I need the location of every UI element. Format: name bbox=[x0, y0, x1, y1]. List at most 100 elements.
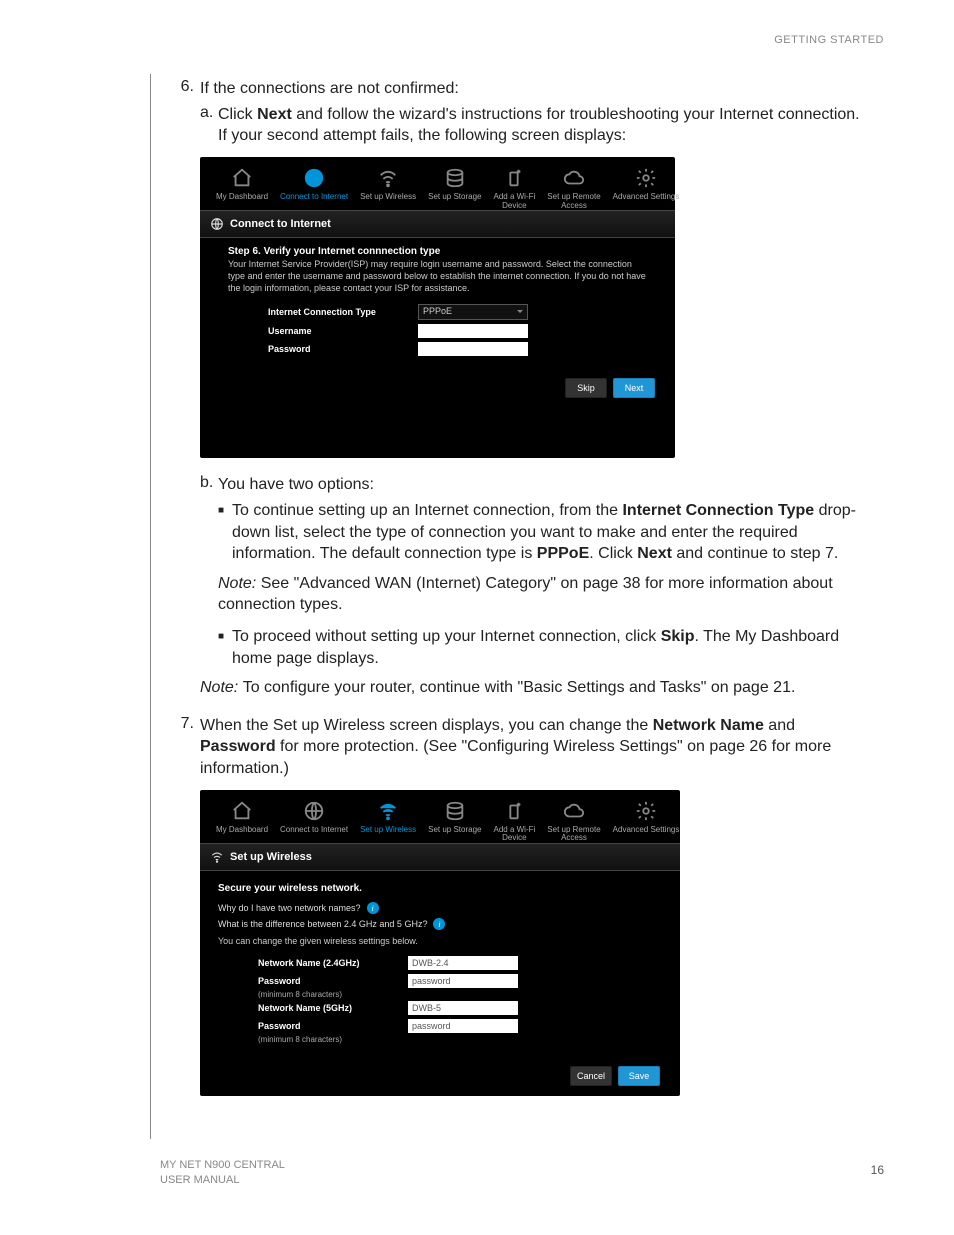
nav-bar: My Dashboard Connect to Internet Set up … bbox=[200, 790, 680, 844]
field-pass-5: Password bbox=[218, 1019, 662, 1033]
name24-label: Network Name (2.4GHz) bbox=[218, 958, 408, 968]
nav-setup-wireless[interactable]: Set up Wireless bbox=[354, 800, 422, 844]
info-two-networks: Why do I have two network names?i bbox=[218, 902, 662, 914]
nav-setup-wireless[interactable]: Set up Wireless bbox=[354, 167, 422, 211]
name24-input[interactable] bbox=[408, 956, 518, 970]
nav-remote-access[interactable]: Set up Remote Access bbox=[541, 167, 606, 211]
footer-product: MY NET N900 CENTRAL USER MANUAL bbox=[160, 1158, 285, 1187]
button-row: Skip Next bbox=[200, 372, 675, 408]
screenshot-body: Secure your wireless network. Why do I h… bbox=[200, 871, 680, 1060]
name5-label: Network Name (5GHz) bbox=[218, 1003, 408, 1013]
step-6-b-intro: You have two options: bbox=[218, 474, 870, 496]
username-label: Username bbox=[228, 326, 418, 336]
change-note: You can change the given wireless settin… bbox=[218, 936, 662, 946]
page-number: 16 bbox=[871, 1163, 884, 1177]
globe-icon bbox=[300, 800, 328, 822]
connection-type-label: Internet Connection Type bbox=[228, 307, 418, 317]
nav-connect-internet[interactable]: Connect to Internet bbox=[274, 167, 354, 211]
pass24-input[interactable] bbox=[408, 974, 518, 988]
step-6-a-text: Click Next and follow the wizard's instr… bbox=[218, 104, 870, 147]
gear-icon bbox=[632, 167, 660, 189]
next-button[interactable]: Next bbox=[613, 378, 655, 398]
step-7: 7. When the Set up Wireless screen displ… bbox=[170, 715, 870, 780]
info-icon[interactable]: i bbox=[367, 902, 379, 914]
nav-connect-internet[interactable]: Connect to Internet bbox=[274, 800, 354, 844]
device-plus-icon bbox=[500, 167, 528, 189]
nav-bar: My Dashboard Connect to Internet Set up … bbox=[200, 157, 675, 211]
bullet-skip: ■ To proceed without setting up your Int… bbox=[218, 626, 870, 669]
pass5-label: Password bbox=[218, 1021, 408, 1031]
pass5-input[interactable] bbox=[408, 1019, 518, 1033]
button-row: Cancel Save bbox=[200, 1060, 680, 1096]
step-6-number: 6. bbox=[170, 78, 200, 100]
min24-hint: (minimum 8 characters) bbox=[218, 990, 662, 999]
field-connection-type: Internet Connection Type PPPoE bbox=[228, 304, 647, 320]
storage-icon bbox=[441, 167, 469, 189]
step-6-b: b. You have two options: bbox=[200, 474, 870, 496]
header-section: GETTING STARTED bbox=[774, 34, 884, 46]
step-6: 6. If the connections are not confirmed: bbox=[170, 78, 870, 100]
bullet-skip-text: To proceed without setting up your Inter… bbox=[232, 626, 870, 669]
nav-dashboard[interactable]: My Dashboard bbox=[210, 800, 274, 844]
field-pass-24: Password bbox=[218, 974, 662, 988]
bullet-continue-text: To continue setting up an Internet conne… bbox=[232, 500, 870, 565]
connection-type-select[interactable]: PPPoE bbox=[418, 304, 528, 320]
page: GETTING STARTED 6. If the connections ar… bbox=[0, 0, 954, 1235]
bullet-dot: ■ bbox=[218, 500, 232, 565]
wifi-icon bbox=[210, 850, 224, 864]
home-icon bbox=[228, 800, 256, 822]
section-title: Set up Wireless bbox=[230, 851, 312, 863]
password-input[interactable] bbox=[418, 342, 528, 356]
screenshot-body: Step 6. Verify your Internet connnection… bbox=[200, 238, 675, 372]
wifi-icon bbox=[374, 800, 402, 822]
info-icon[interactable]: i bbox=[433, 918, 445, 930]
nav-add-wifi-device[interactable]: Add a Wi-Fi Device bbox=[487, 167, 541, 211]
save-button[interactable]: Save bbox=[618, 1066, 660, 1086]
field-username: Username bbox=[228, 324, 647, 338]
screenshot-connect-internet: My Dashboard Connect to Internet Set up … bbox=[200, 157, 675, 459]
step-7-number: 7. bbox=[170, 715, 200, 780]
nav-setup-storage[interactable]: Set up Storage bbox=[422, 800, 487, 844]
cancel-button[interactable]: Cancel bbox=[570, 1066, 612, 1086]
section-bar-wireless: Set up Wireless bbox=[200, 843, 680, 871]
nav-add-wifi-device[interactable]: Add a Wi-Fi Device bbox=[487, 800, 541, 844]
nav-advanced-settings[interactable]: Advanced Settings bbox=[607, 167, 686, 211]
margin-rule bbox=[150, 74, 151, 1139]
min5-hint: (minimum 8 characters) bbox=[218, 1035, 662, 1044]
note-advanced-wan: Note: See "Advanced WAN (Internet) Categ… bbox=[218, 573, 870, 616]
pass24-label: Password bbox=[218, 976, 408, 986]
section-title: Connect to Internet bbox=[230, 218, 331, 230]
globe-icon bbox=[300, 167, 328, 189]
cloud-icon bbox=[560, 800, 588, 822]
nav-advanced-settings[interactable]: Advanced Settings bbox=[607, 800, 686, 844]
name5-input[interactable] bbox=[408, 1001, 518, 1015]
nav-dashboard[interactable]: My Dashboard bbox=[210, 167, 274, 211]
username-input[interactable] bbox=[418, 324, 528, 338]
globe-icon bbox=[210, 217, 224, 231]
info-bands-diff: What is the difference between 2.4 GHz a… bbox=[218, 918, 662, 930]
step-title: Step 6. Verify your Internet connnection… bbox=[228, 246, 647, 257]
nav-setup-storage[interactable]: Set up Storage bbox=[422, 167, 487, 211]
step-6-intro: If the connections are not confirmed: bbox=[200, 78, 870, 100]
screenshot-setup-wireless: My Dashboard Connect to Internet Set up … bbox=[200, 790, 680, 1097]
cloud-icon bbox=[560, 167, 588, 189]
field-name-24: Network Name (2.4GHz) bbox=[218, 956, 662, 970]
field-name-5: Network Name (5GHz) bbox=[218, 1001, 662, 1015]
password-label: Password bbox=[228, 344, 418, 354]
step-6-a: a. Click Next and follow the wizard's in… bbox=[200, 104, 870, 147]
home-icon bbox=[228, 167, 256, 189]
bullet-continue-setup: ■ To continue setting up an Internet con… bbox=[218, 500, 870, 565]
gear-icon bbox=[632, 800, 660, 822]
wifi-icon bbox=[374, 167, 402, 189]
section-bar-connect: Connect to Internet bbox=[200, 210, 675, 238]
bullet-dot: ■ bbox=[218, 626, 232, 669]
note-basic-settings: Note: To configure your router, continue… bbox=[200, 677, 870, 699]
step-7-text: When the Set up Wireless screen displays… bbox=[200, 715, 870, 780]
subtitle-secure: Secure your wireless network. bbox=[218, 883, 662, 894]
nav-remote-access[interactable]: Set up Remote Access bbox=[541, 800, 606, 844]
device-plus-icon bbox=[500, 800, 528, 822]
step-description: Your Internet Service Provider(ISP) may … bbox=[228, 259, 647, 294]
body-content: 6. If the connections are not confirmed:… bbox=[170, 78, 870, 1112]
skip-button[interactable]: Skip bbox=[565, 378, 607, 398]
sub-letter-a: a. bbox=[200, 104, 218, 147]
